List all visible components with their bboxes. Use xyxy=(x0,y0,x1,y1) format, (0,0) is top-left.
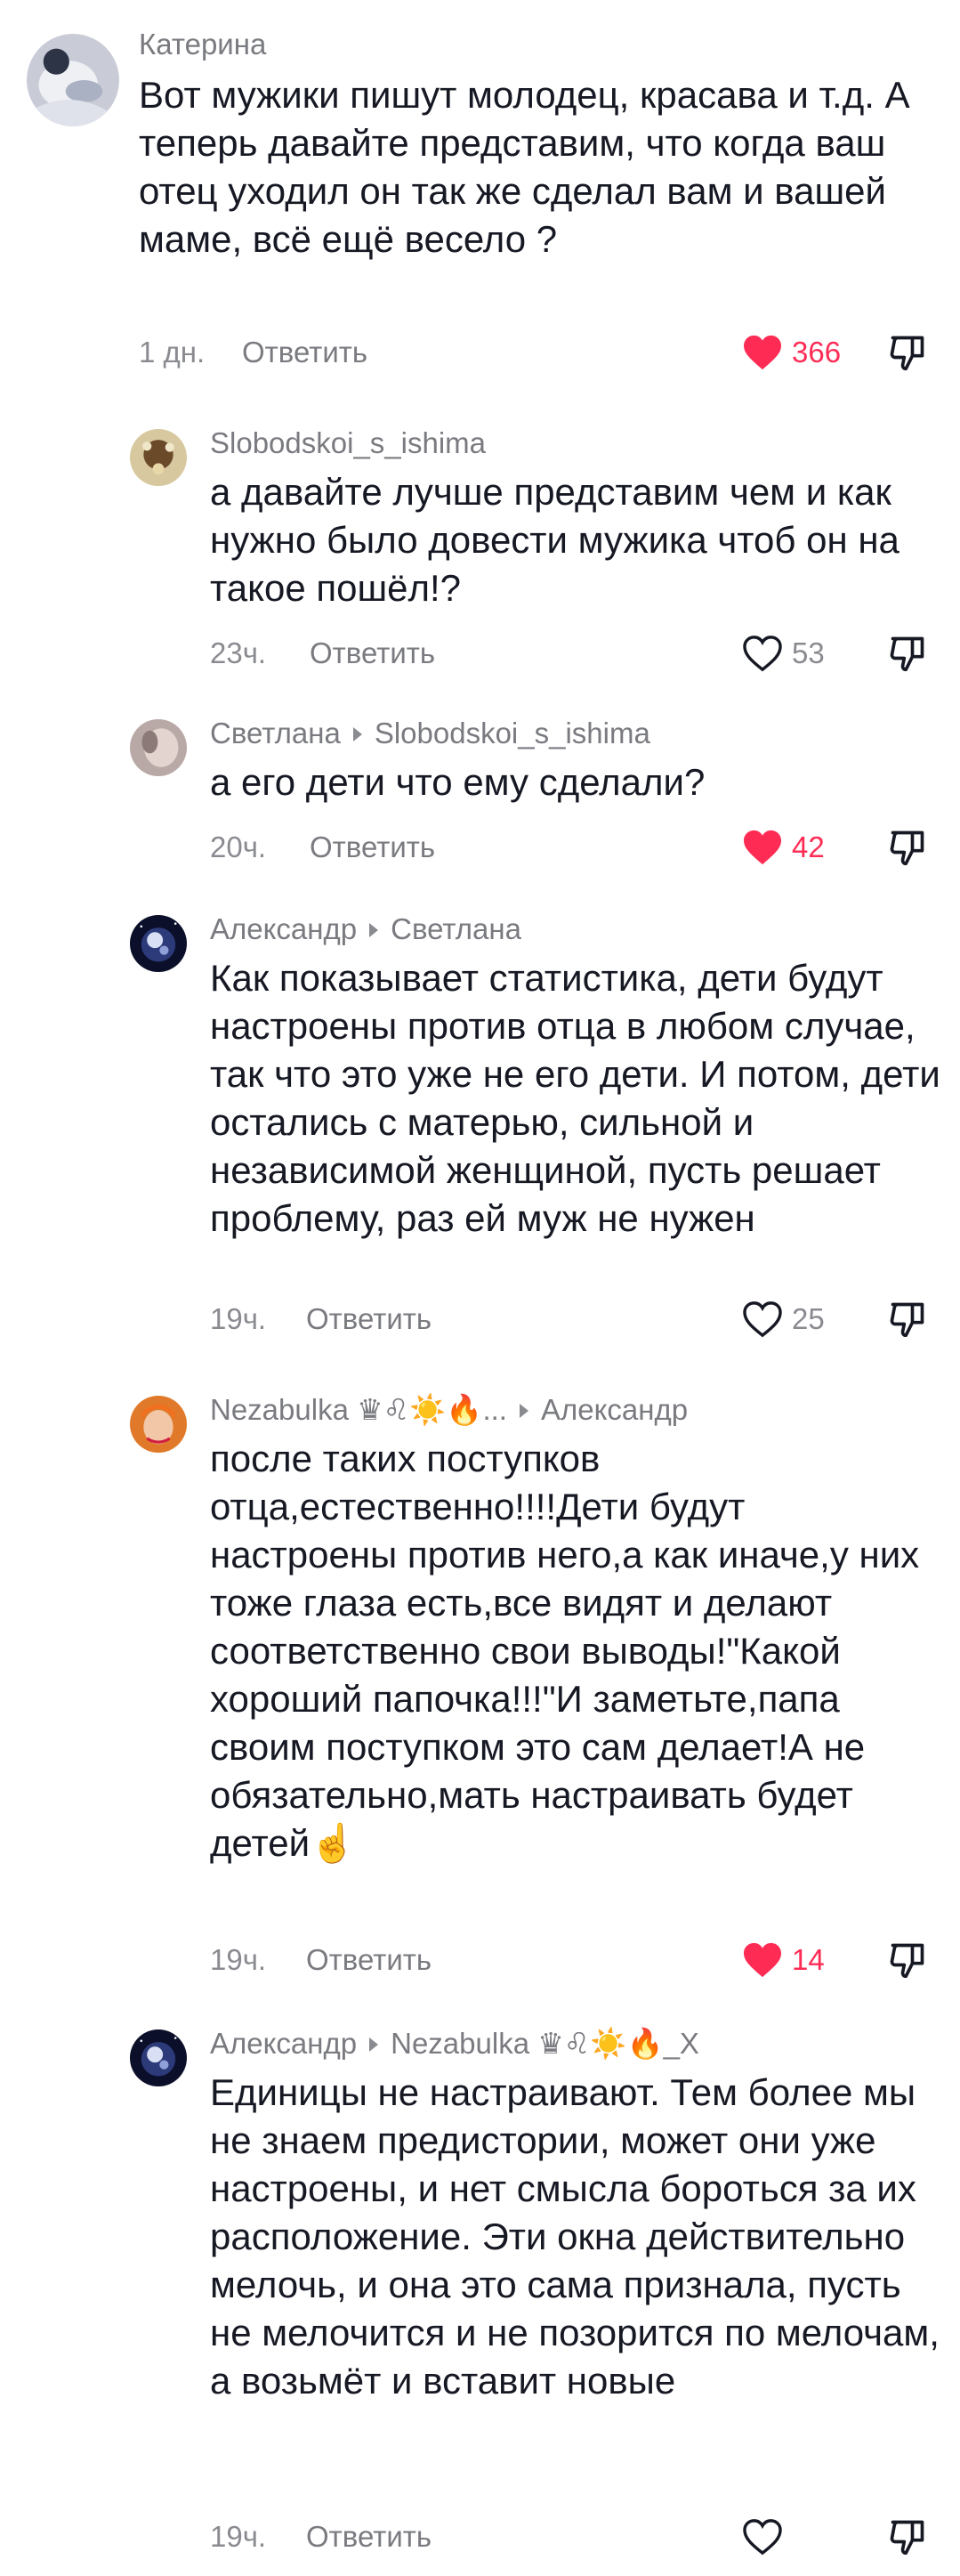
like-count: 53 xyxy=(792,636,825,669)
thumbs-down-icon xyxy=(890,1302,924,1338)
avatar[interactable] xyxy=(130,2029,187,2086)
thumbs-down-icon xyxy=(890,2520,924,2556)
comment-item: Александр Светлана Как показывает статист… xyxy=(0,881,960,1362)
comment-time: 19ч. xyxy=(210,2520,267,2553)
comment-meta: 23ч. Ответить 53 xyxy=(210,634,924,673)
thumbs-down-icon xyxy=(890,1943,924,1979)
comment-meta: 19ч. Ответить xyxy=(210,2517,924,2556)
comment-author[interactable]: Александр xyxy=(210,2027,357,2060)
reply-to-user[interactable]: Александр xyxy=(541,1393,688,1426)
comment-time: 1 дн. xyxy=(139,336,206,369)
dislike-button[interactable] xyxy=(888,1300,927,1339)
reply-to-user[interactable]: Nezabulka ♛♌☀️🔥_X xyxy=(391,2027,699,2060)
comment-time: 23ч. xyxy=(210,636,267,669)
thumbs-down-icon xyxy=(890,636,924,672)
comment-meta: 19ч. Ответить 25 xyxy=(210,1300,924,1339)
dislike-button[interactable] xyxy=(888,333,927,372)
avatar-image xyxy=(130,429,187,486)
comment-item: Александр Nezabulka ♛♌☀️🔥_X Единицы не на… xyxy=(0,2003,960,2576)
avatar[interactable] xyxy=(130,1396,187,1453)
like-button[interactable]: 14 xyxy=(742,1940,825,1980)
reply-button[interactable]: Ответить xyxy=(306,2517,432,2556)
comment-author[interactable]: Александр xyxy=(210,912,357,945)
dislike-button[interactable] xyxy=(888,2517,927,2556)
avatar[interactable] xyxy=(130,429,187,486)
comment-text: а давайте лучше представим чем и как нуж… xyxy=(210,471,899,609)
reply-button[interactable]: Ответить xyxy=(310,828,435,867)
thumbs-down-icon xyxy=(890,336,924,371)
reply-button[interactable]: Ответить xyxy=(306,1940,432,1980)
comment-meta: 1 дн. Ответить 366 xyxy=(139,333,940,372)
comment-username[interactable]: Slobodskoi_s_ishima xyxy=(210,425,486,461)
reply-button[interactable]: Ответить xyxy=(306,1300,432,1339)
heart-filled-icon xyxy=(744,830,781,865)
comment-username[interactable]: Светлана Slobodskoi_s_ishima xyxy=(210,716,650,751)
dislike-button[interactable] xyxy=(888,828,927,867)
reply-arrow-icon xyxy=(519,1403,528,1418)
comment-item: Nezabulka ♛♌☀️🔥... Александр после таких … xyxy=(0,1362,960,2003)
comment-text: Как показывает статистика, дети будут на… xyxy=(210,957,940,1239)
like-button[interactable] xyxy=(742,2517,783,2556)
avatar[interactable] xyxy=(130,915,187,972)
like-count: 25 xyxy=(792,1302,825,1335)
avatar-image xyxy=(130,1396,187,1453)
reply-arrow-icon xyxy=(369,922,379,937)
like-count: 366 xyxy=(792,336,842,369)
like-count: 14 xyxy=(792,1943,825,1976)
comment-text: после таких поступков отца,естественно!!… xyxy=(210,1438,920,1864)
avatar-image xyxy=(130,719,187,776)
like-button[interactable]: 42 xyxy=(742,828,825,867)
like-button[interactable]: 366 xyxy=(742,333,841,372)
reply-arrow-icon xyxy=(369,2037,379,2052)
avatar-image xyxy=(130,2029,187,2086)
avatar-image xyxy=(27,34,119,126)
comment-item: Светлана Slobodskoi_s_ishima а его дети ч… xyxy=(0,685,960,881)
comment-username[interactable]: Катерина xyxy=(139,27,266,62)
comment-text: Вот мужики пишут молодец, красава и т.д.… xyxy=(139,74,910,260)
avatar-image xyxy=(130,915,187,972)
comment-time: 20ч. xyxy=(210,830,267,863)
comment-time: 19ч. xyxy=(210,1943,267,1976)
comment-meta: 20ч. Ответить 42 xyxy=(210,828,924,867)
like-button[interactable]: 25 xyxy=(742,1300,825,1339)
dislike-button[interactable] xyxy=(888,634,927,673)
heart-filled-icon xyxy=(744,1942,781,1978)
comment-text: а его дети что ему сделали? xyxy=(210,761,706,803)
heart-filled-icon xyxy=(744,335,781,370)
reply-button[interactable]: Ответить xyxy=(242,333,367,372)
heart-outline-icon xyxy=(743,636,782,672)
reply-to-user[interactable]: Светлана xyxy=(391,912,521,945)
comment-item: Slobodskoi_s_ishima а давайте лучше пред… xyxy=(0,392,960,685)
comment-username[interactable]: Александр Nezabulka ♛♌☀️🔥_X xyxy=(210,2026,699,2062)
avatar[interactable] xyxy=(130,719,187,776)
reply-arrow-icon xyxy=(352,726,362,741)
dislike-button[interactable] xyxy=(888,1940,927,1980)
reply-button[interactable]: Ответить xyxy=(310,634,435,673)
comment-username[interactable]: Александр Светлана xyxy=(210,911,521,947)
like-button[interactable]: 53 xyxy=(742,634,825,673)
comment-author[interactable]: Светлана xyxy=(210,717,341,749)
comment-item: Катерина Вот мужики пишут молодец, краса… xyxy=(0,0,960,392)
comment-text: Единицы не настраивают. Тем более мы не … xyxy=(210,2071,940,2402)
avatar[interactable] xyxy=(27,34,119,126)
comment-time: 19ч. xyxy=(210,1302,267,1335)
reply-to-user[interactable]: Slobodskoi_s_ishima xyxy=(375,717,650,749)
heart-outline-icon xyxy=(743,1301,782,1338)
comment-username[interactable]: Nezabulka ♛♌☀️🔥... Александр xyxy=(210,1392,688,1428)
comment-author[interactable]: Nezabulka ♛♌☀️🔥... xyxy=(210,1393,507,1426)
like-count: 42 xyxy=(792,830,825,863)
thumbs-down-icon xyxy=(890,830,924,866)
heart-outline-icon xyxy=(743,2519,782,2556)
comment-meta: 19ч. Ответить 14 xyxy=(210,1940,924,1980)
